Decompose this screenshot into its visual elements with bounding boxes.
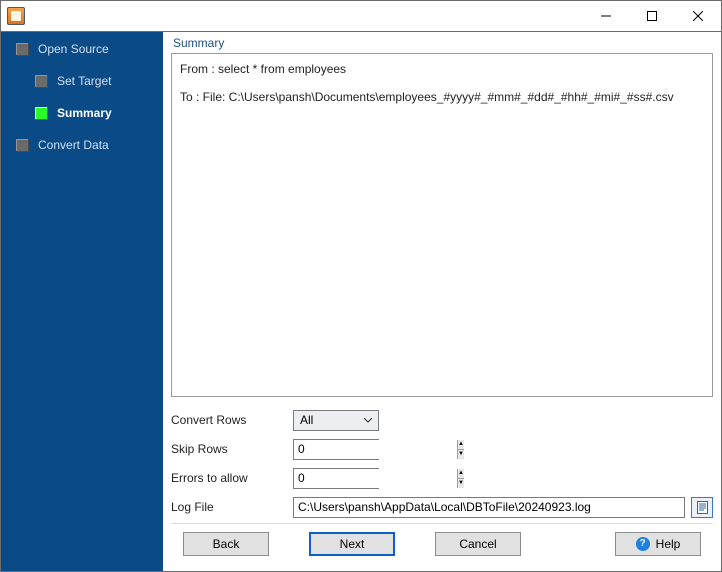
section-title: Summary bbox=[171, 36, 713, 53]
app-icon bbox=[7, 7, 25, 25]
next-button[interactable]: Next bbox=[309, 532, 395, 556]
step-summary[interactable]: Summary bbox=[1, 102, 163, 124]
convert-rows-combobox[interactable]: All bbox=[293, 410, 379, 431]
maximize-button[interactable] bbox=[629, 1, 675, 31]
skip-rows-input[interactable] bbox=[294, 440, 457, 459]
errors-input[interactable] bbox=[294, 469, 457, 488]
errors-spinner[interactable]: ▲ ▼ bbox=[293, 468, 379, 489]
chevron-down-icon bbox=[360, 412, 376, 428]
options-form: Convert Rows All Skip Rows ▲ ▼ bbox=[171, 407, 713, 523]
logfile-label: Log File bbox=[171, 500, 293, 514]
help-icon: ? bbox=[636, 537, 650, 551]
browse-logfile-button[interactable] bbox=[691, 497, 713, 518]
step-open-source[interactable]: Open Source bbox=[1, 38, 163, 60]
close-button[interactable] bbox=[675, 1, 721, 31]
back-button[interactable]: Back bbox=[183, 532, 269, 556]
wizard-sidebar: Open Source Set Target Summary Convert D… bbox=[1, 32, 163, 571]
step-label: Open Source bbox=[38, 42, 109, 56]
wizard-footer: Back Next Cancel ? Help bbox=[171, 523, 713, 563]
summary-textbox[interactable]: From : select * from employees To : File… bbox=[171, 53, 713, 397]
content-pane: Summary From : select * from employees T… bbox=[163, 32, 721, 571]
step-convert-data[interactable]: Convert Data bbox=[1, 134, 163, 156]
document-icon bbox=[696, 501, 709, 514]
summary-to-line: To : File: C:\Users\pansh\Documents\empl… bbox=[180, 88, 704, 106]
help-button[interactable]: ? Help bbox=[615, 532, 701, 556]
logfile-input[interactable] bbox=[293, 497, 685, 518]
convert-rows-label: Convert Rows bbox=[171, 413, 293, 427]
step-label: Convert Data bbox=[38, 138, 109, 152]
errors-label: Errors to allow bbox=[171, 471, 293, 485]
spinner-down-icon[interactable]: ▼ bbox=[458, 479, 464, 488]
skip-rows-label: Skip Rows bbox=[171, 442, 293, 456]
step-indicator-icon bbox=[16, 43, 29, 56]
step-set-target[interactable]: Set Target bbox=[1, 70, 163, 92]
cancel-button-label: Cancel bbox=[459, 537, 496, 551]
app-window: Open Source Set Target Summary Convert D… bbox=[0, 0, 722, 572]
skip-rows-spinner[interactable]: ▲ ▼ bbox=[293, 439, 379, 460]
help-button-label: Help bbox=[656, 537, 681, 551]
next-button-label: Next bbox=[340, 537, 365, 551]
titlebar bbox=[1, 1, 721, 31]
spinner-up-icon[interactable]: ▲ bbox=[458, 469, 464, 479]
spinner-up-icon[interactable]: ▲ bbox=[458, 440, 464, 450]
step-indicator-icon bbox=[35, 75, 48, 88]
step-label: Summary bbox=[57, 106, 112, 120]
convert-rows-value: All bbox=[300, 413, 313, 427]
step-label: Set Target bbox=[57, 74, 111, 88]
minimize-button[interactable] bbox=[583, 1, 629, 31]
summary-from-line: From : select * from employees bbox=[180, 60, 704, 78]
cancel-button[interactable]: Cancel bbox=[435, 532, 521, 556]
back-button-label: Back bbox=[213, 537, 240, 551]
step-indicator-icon bbox=[35, 107, 48, 120]
spinner-down-icon[interactable]: ▼ bbox=[458, 450, 464, 459]
step-indicator-icon bbox=[16, 139, 29, 152]
